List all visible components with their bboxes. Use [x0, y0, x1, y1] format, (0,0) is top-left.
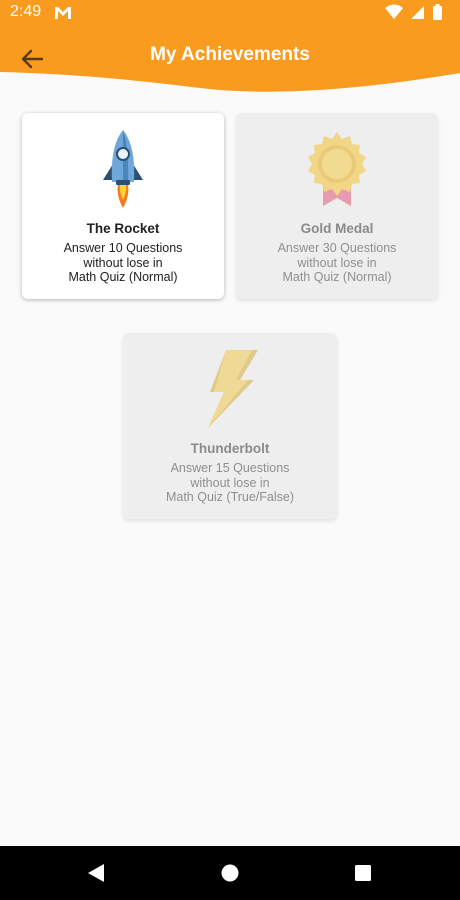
achievement-card-thunderbolt[interactable]: Thunderbolt Answer 15 Questions without …: [123, 333, 337, 519]
achievement-icon-wrapper: [22, 127, 224, 211]
achievement-description: Answer 10 Questions without lose in Math…: [63, 241, 183, 284]
home-circle-icon[interactable]: [220, 863, 240, 883]
system-nav-bar: [0, 846, 460, 900]
gold-medal-icon: [308, 132, 366, 206]
status-time: 2:49: [10, 3, 42, 20]
recents-square-icon[interactable]: [353, 863, 373, 883]
achievement-card-gold-medal[interactable]: Gold Medal Answer 30 Questions without l…: [236, 113, 438, 299]
status-icons: [382, 4, 442, 22]
status-bar: 2:49: [0, 0, 460, 26]
achievement-description: Answer 30 Questions without lose in Math…: [277, 241, 397, 284]
signal-icon: [410, 6, 424, 19]
achievement-title: Thunderbolt: [190, 441, 270, 456]
rocket-icon: [103, 130, 143, 208]
achievement-icon-wrapper: [236, 127, 438, 211]
gmail-icon: [55, 7, 71, 19]
achievement-title: The Rocket: [86, 221, 160, 236]
thunderbolt-icon: [208, 350, 258, 428]
back-triangle-icon[interactable]: [86, 863, 106, 883]
achievement-icon-wrapper: [123, 347, 337, 431]
page-title: My Achievements: [150, 44, 310, 65]
achievement-title: Gold Medal: [300, 221, 374, 236]
achievement-card-rocket[interactable]: The Rocket Answer 10 Questions without l…: [22, 113, 224, 299]
achievement-description: Answer 15 Questions without lose in Math…: [165, 461, 295, 504]
wifi-icon: [384, 4, 403, 19]
battery-icon: [433, 4, 442, 20]
